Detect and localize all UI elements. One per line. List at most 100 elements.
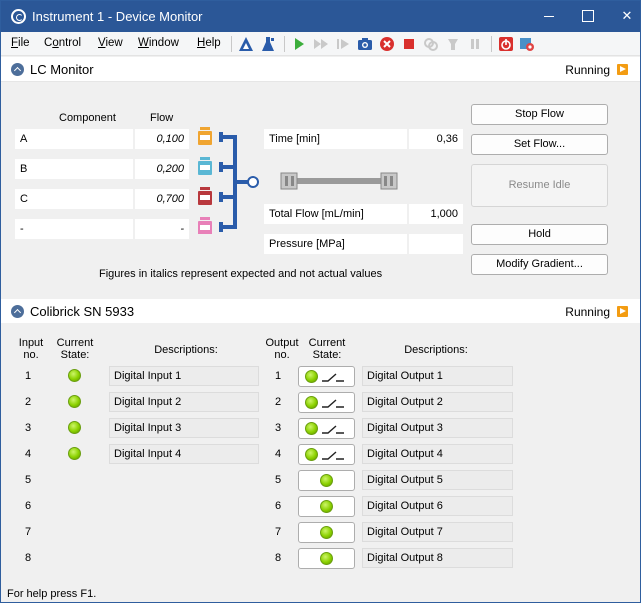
lc-status-text: Running	[565, 63, 610, 77]
output-toggle-button[interactable]	[298, 418, 355, 439]
output-toggle-button[interactable]	[298, 548, 355, 569]
fast-forward-icon	[314, 39, 328, 49]
output-state-led-icon	[305, 396, 318, 409]
output-description: Digital Output 7	[362, 522, 513, 542]
close-button[interactable]: ✕	[605, 1, 641, 32]
input-number: 7	[24, 526, 32, 538]
output-description: Digital Output 2	[362, 392, 513, 412]
input-description: Digital Input 4	[109, 444, 259, 464]
flask-icon[interactable]	[260, 36, 276, 52]
power-icon[interactable]	[498, 36, 514, 52]
output-toggle-button[interactable]	[298, 522, 355, 543]
switch-icon	[322, 425, 344, 434]
lc-monitor-header[interactable]: LC Monitor Running	[1, 57, 640, 82]
pause-icon	[471, 39, 479, 49]
lc-monitor-title: LC Monitor	[30, 62, 94, 77]
output-state-led-icon	[305, 448, 318, 461]
output-number: 6	[274, 500, 282, 512]
output-number: 1	[274, 370, 282, 382]
collapse-chevron-icon[interactable]	[11, 63, 24, 76]
running-status-icon	[617, 64, 628, 75]
total-flow-value: 1,000	[409, 204, 463, 224]
output-description: Digital Output 1	[362, 366, 513, 386]
output-number: 2	[274, 396, 282, 408]
modify-gradient-button[interactable]: Modify Gradient...	[471, 254, 608, 275]
output-number: 3	[274, 422, 282, 434]
output-description: Digital Output 3	[362, 418, 513, 438]
chart-icon[interactable]	[238, 36, 254, 52]
status-bar: For help press F1.	[1, 585, 640, 602]
input-number: 6	[24, 500, 32, 512]
component-header: Component	[59, 112, 116, 124]
input-number: 8	[24, 552, 32, 564]
resume-idle-button[interactable]: Resume Idle	[471, 164, 608, 207]
component-c-flow: 0,700	[135, 189, 189, 209]
link-icon	[424, 38, 438, 51]
output-description: Digital Output 6	[362, 496, 513, 516]
input-description: Digital Input 3	[109, 418, 259, 438]
colibrick-title: Colibrick SN 5933	[30, 304, 135, 319]
hold-button[interactable]: Hold	[471, 224, 608, 245]
solvent-bottle-icon	[198, 187, 212, 205]
camera-icon[interactable]	[357, 36, 373, 52]
output-state-header: Current State:	[308, 337, 346, 361]
input-number: 2	[24, 396, 32, 408]
menu-control[interactable]: Control	[44, 37, 81, 49]
collapse-chevron-icon[interactable]	[11, 305, 24, 318]
set-flow-button[interactable]: Set Flow...	[471, 134, 608, 155]
menu-window[interactable]: Window	[138, 37, 179, 49]
output-state-led-icon	[305, 370, 318, 383]
output-toggle-button[interactable]	[298, 444, 355, 465]
output-no-header: Output no.	[265, 337, 299, 361]
output-state-led-icon	[320, 526, 333, 539]
window-title: Instrument 1 - Device Monitor	[32, 9, 203, 24]
input-state-led-icon	[68, 395, 81, 408]
step-icon	[337, 39, 349, 49]
component-c-label: C	[15, 189, 133, 209]
stop-icon[interactable]	[401, 36, 417, 52]
input-number: 3	[24, 422, 32, 434]
input-descriptions-header: Descriptions:	[154, 344, 218, 356]
output-description: Digital Output 8	[362, 548, 513, 568]
output-state-led-icon	[320, 500, 333, 513]
input-state-led-icon	[68, 421, 81, 434]
switch-icon	[322, 373, 344, 382]
italics-footnote: Figures in italics represent expected an…	[99, 268, 383, 280]
input-state-led-icon	[68, 369, 81, 382]
device-settings-icon[interactable]	[519, 36, 535, 52]
maximize-button[interactable]	[565, 1, 609, 32]
input-number: 5	[24, 474, 32, 486]
column-icon	[280, 172, 398, 190]
output-number: 7	[274, 526, 282, 538]
solvent-bottle-icon	[198, 217, 212, 234]
menu-help[interactable]: Help	[197, 37, 221, 49]
solvent-bottle-icon	[198, 157, 212, 175]
lamp-icon	[448, 39, 458, 50]
component-a-flow: 0,100	[135, 129, 189, 149]
output-description: Digital Output 5	[362, 470, 513, 490]
component-b-flow: 0,200	[135, 159, 189, 179]
output-number: 8	[274, 552, 282, 564]
component-b-label: B	[15, 159, 133, 179]
colibrick-header[interactable]: Colibrick SN 5933 Running	[1, 299, 640, 324]
output-toggle-button[interactable]	[298, 470, 355, 491]
output-state-led-icon	[320, 474, 333, 487]
colibrick-panel: Input no. Current State: Descriptions: O…	[1, 323, 640, 585]
menu-view[interactable]: View	[98, 37, 123, 49]
output-descriptions-header: Descriptions:	[404, 344, 468, 356]
output-toggle-button[interactable]	[298, 496, 355, 517]
menu-file[interactable]: File	[11, 37, 30, 49]
stop-flow-button[interactable]: Stop Flow	[471, 104, 608, 125]
title-bar[interactable]: Instrument 1 - Device Monitor ✕	[1, 1, 640, 32]
output-toggle-button[interactable]	[298, 392, 355, 413]
output-number: 5	[274, 474, 282, 486]
time-label: Time [min]	[264, 129, 407, 149]
output-toggle-button[interactable]	[298, 366, 355, 387]
pressure-value	[409, 234, 463, 254]
play-icon[interactable]	[291, 36, 307, 52]
app-logo-icon	[11, 9, 26, 24]
device-monitor-window: Instrument 1 - Device Monitor ✕ File Con…	[0, 0, 641, 603]
component-a-label: A	[15, 129, 133, 149]
cancel-icon[interactable]	[379, 36, 395, 52]
running-status-icon	[617, 306, 628, 317]
